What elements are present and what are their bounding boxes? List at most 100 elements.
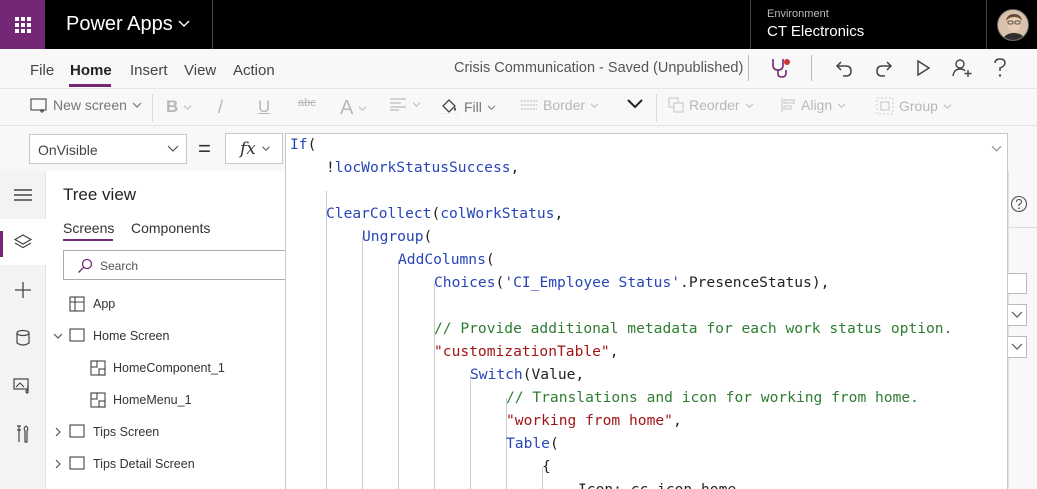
tree-item-label: Home Screen <box>93 329 170 343</box>
reorder-button[interactable]: Reorder <box>668 97 754 113</box>
new-screen-button[interactable]: New screen <box>30 97 142 113</box>
code-token: Choices <box>434 274 496 291</box>
tab-components[interactable]: Components <box>131 220 210 236</box>
menu-insert[interactable]: Insert <box>130 62 168 79</box>
align-button[interactable]: Align <box>780 97 846 113</box>
data-button[interactable] <box>0 315 46 361</box>
group-button[interactable]: Group <box>876 97 952 115</box>
tree-item-app[interactable]: App <box>47 290 287 318</box>
strikethrough-button[interactable]: abc <box>298 97 316 109</box>
tree-item-homecomponent[interactable]: HomeComponent_1 <box>47 354 287 382</box>
code-line: Ungroup( <box>362 225 432 248</box>
code-token: Ungroup <box>362 228 424 245</box>
more-ribbon-button[interactable] <box>626 97 644 109</box>
help-circle-icon[interactable] <box>1010 195 1028 213</box>
insert-button[interactable] <box>0 267 46 313</box>
tree-item-label: App <box>93 297 116 311</box>
code-token: (Value, <box>522 366 585 383</box>
menu-file[interactable]: File <box>30 62 54 79</box>
chevron-down-icon <box>132 102 142 108</box>
redo-button[interactable] <box>872 56 896 80</box>
tree-item-label: HomeComponent_1 <box>113 361 225 375</box>
italic-button[interactable]: / <box>218 97 223 118</box>
property-dropdown[interactable]: OnVisible <box>29 134 187 164</box>
code-token: // Provide additional metadata for each … <box>434 320 953 337</box>
property-dropdown-1[interactable] <box>1008 304 1027 326</box>
code-line: "customizationTable", <box>434 340 619 363</box>
fx-icon: fx <box>240 138 256 159</box>
tree-search-input[interactable]: Search <box>63 250 287 280</box>
bold-button[interactable]: B <box>166 97 192 117</box>
tree-item-tips-detail-screen[interactable]: Tips Detail Screen <box>47 450 287 478</box>
hamburger-button[interactable] <box>0 172 46 218</box>
stethoscope-icon <box>772 59 790 78</box>
app-launcher-button[interactable] <box>0 0 45 49</box>
tree-item-homemenu[interactable]: HomeMenu_1 <box>47 386 287 414</box>
chevron-right-icon[interactable] <box>52 426 64 438</box>
app-checker-button[interactable] <box>768 56 792 80</box>
redo-icon <box>876 61 893 77</box>
topbar-divider <box>212 0 213 49</box>
code-line: AddColumns( <box>398 248 495 271</box>
menu-view[interactable]: View <box>184 62 216 79</box>
preview-button[interactable] <box>911 56 935 80</box>
properties-panel <box>1008 171 1037 489</box>
function-button[interactable]: fx <box>225 133 283 164</box>
app-name-link[interactable]: Power Apps <box>66 13 173 36</box>
strikethrough-icon: abc <box>298 97 316 109</box>
chevron-right-icon[interactable] <box>52 458 64 470</box>
chevron-down-icon <box>1011 343 1023 350</box>
chevron-down-icon[interactable] <box>52 330 64 342</box>
italic-icon: / <box>218 97 224 117</box>
code-token: If <box>290 136 308 153</box>
code-token: { <box>542 458 551 475</box>
property-dropdown-2[interactable] <box>1008 336 1027 358</box>
search-icon <box>78 258 93 273</box>
avatar[interactable] <box>997 9 1029 41</box>
code-token: 'CI_Employee Status' <box>504 274 681 291</box>
tree-view-button[interactable] <box>0 219 46 265</box>
tree-item-tips-screen[interactable]: Tips Screen <box>47 418 287 446</box>
tree-item-label: Tips Screen <box>93 425 160 439</box>
underline-button[interactable]: U <box>258 97 270 117</box>
screen-icon <box>69 424 85 438</box>
reorder-icon <box>668 97 684 113</box>
border-button[interactable]: Border <box>520 97 599 113</box>
menu-action[interactable]: Action <box>233 62 275 79</box>
code-token: ( <box>431 205 441 222</box>
tab-screens[interactable]: Screens <box>63 220 114 236</box>
code-token: ( <box>549 435 559 452</box>
chevron-down-icon <box>183 104 192 110</box>
plus-icon <box>15 282 31 298</box>
group-label: Group <box>899 98 938 114</box>
advanced-tools-button[interactable] <box>0 411 46 457</box>
text-align-icon <box>390 98 406 111</box>
media-button[interactable] <box>0 363 46 409</box>
formula-editor[interactable]: If(!locWorkStatusSuccess, ClearCollect(co… <box>285 133 1008 489</box>
code-token: , <box>672 412 682 429</box>
environment-picker[interactable]: CT Electronics <box>767 23 864 40</box>
user-photo-icon <box>998 10 1028 40</box>
share-button[interactable] <box>950 56 974 80</box>
code-token: , <box>554 205 564 222</box>
help-button[interactable] <box>988 56 1012 80</box>
undo-button[interactable] <box>832 56 856 80</box>
fill-button[interactable]: Fill <box>439 97 496 117</box>
code-token: Table <box>506 435 550 452</box>
menu-divider <box>811 55 812 81</box>
tree-item-home-screen[interactable]: Home Screen <box>47 322 287 350</box>
menu-divider <box>748 55 749 81</box>
code-token: ! <box>326 159 335 176</box>
chevron-down-icon[interactable] <box>991 145 1002 153</box>
chevron-down-icon <box>745 102 753 108</box>
property-input[interactable] <box>1008 273 1027 294</box>
chevron-down-icon <box>487 104 496 110</box>
media-icon <box>13 378 29 394</box>
text-align-button[interactable] <box>389 97 421 111</box>
tools-icon <box>17 425 29 443</box>
font-size-button[interactable]: A <box>340 97 367 120</box>
code-line: "working from home", <box>506 409 682 432</box>
chevron-down-icon <box>167 145 179 152</box>
chevron-down-icon[interactable] <box>178 18 190 28</box>
menu-home[interactable]: Home <box>70 62 112 79</box>
